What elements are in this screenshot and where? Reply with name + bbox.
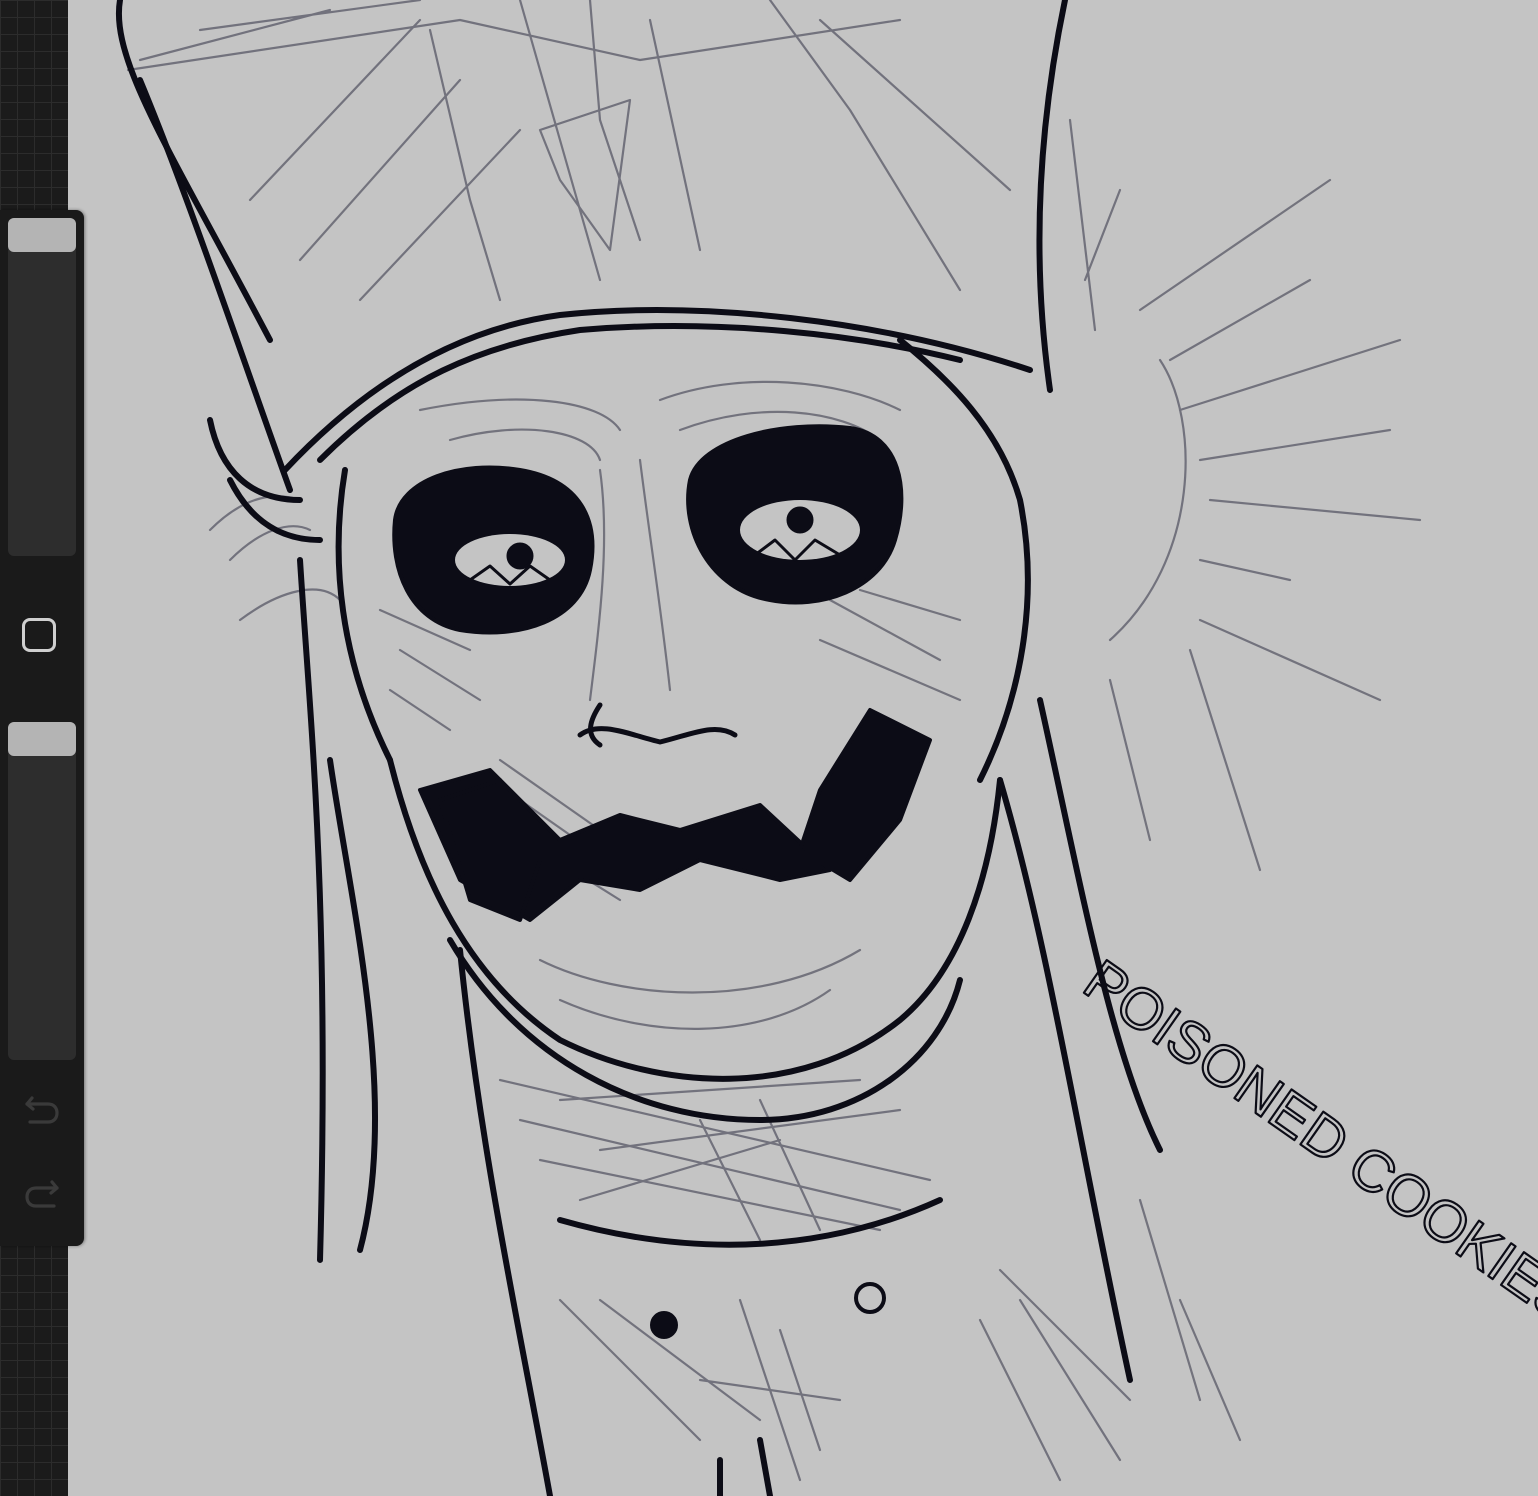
redo-icon bbox=[25, 1180, 59, 1208]
opacity-slider[interactable] bbox=[8, 722, 76, 1060]
drawing-app: POISONED COOKIES bbox=[0, 0, 1538, 1496]
opacity-slider-thumb[interactable] bbox=[8, 722, 76, 756]
brush-size-slider-thumb[interactable] bbox=[8, 218, 76, 252]
signature-text: POISONED COOKIES bbox=[1073, 947, 1538, 1337]
collar-buttons bbox=[650, 1282, 886, 1339]
undo-icon bbox=[25, 1096, 59, 1124]
mouth-paint bbox=[418, 708, 932, 922]
brush-sidebar bbox=[0, 210, 84, 1246]
ink-lines bbox=[116, 0, 1163, 1496]
undo-button[interactable] bbox=[20, 1090, 64, 1130]
drawing-canvas[interactable]: POISONED COOKIES bbox=[68, 0, 1538, 1496]
brush-size-slider[interactable] bbox=[8, 218, 76, 556]
redo-button[interactable] bbox=[20, 1174, 64, 1214]
nose bbox=[577, 702, 738, 748]
artwork-sketch: POISONED COOKIES bbox=[116, 0, 1538, 1496]
modify-button[interactable] bbox=[22, 618, 56, 652]
